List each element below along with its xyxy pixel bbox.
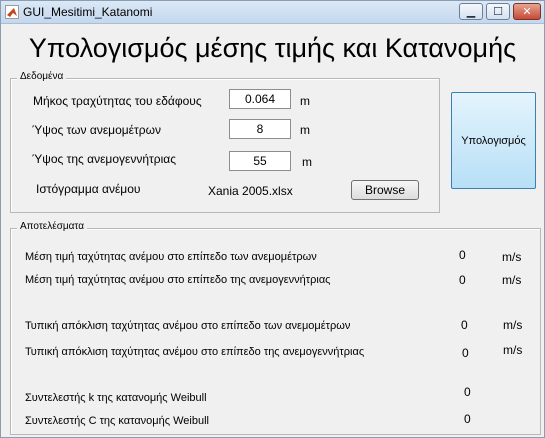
matlab-icon [5, 5, 19, 19]
mean-speed-anemometer-unit: m/s [502, 250, 522, 264]
compute-button[interactable]: Υπολογισμός [451, 92, 536, 189]
page-title: Υπολογισμός μέσης τιμής και Κατανομής [28, 33, 517, 63]
inputs-panel-label: Δεδομένα [17, 71, 67, 82]
close-icon: ✕ [522, 6, 532, 18]
histogram-label: Ιστόγραμμα ανέμου [36, 182, 141, 196]
title-bar[interactable]: GUI_Mesitimi_Katanomi ▁ ☐ ✕ [1, 1, 544, 24]
turbine-height-input[interactable]: 55 [229, 151, 291, 171]
roughness-label: Μήκος τραχύτητας του εδάφους [33, 94, 202, 108]
std-speed-anemometer-label: Τυπική απόκλιση ταχύτητας ανέμου στο επί… [25, 320, 351, 332]
weibull-c-label: Συντελεστής C της κατανομής Weibull [25, 415, 209, 427]
minimize-icon: ▁ [466, 6, 476, 18]
weibull-k-value: 0 [464, 385, 471, 399]
mean-speed-turbine-value: 0 [459, 273, 466, 287]
turbine-height-label: Ύψος της ανεμογεννήτριας [32, 152, 176, 166]
close-button[interactable]: ✕ [513, 3, 541, 20]
roughness-unit: m [300, 94, 310, 108]
mean-speed-anemometer-value: 0 [459, 248, 466, 262]
anemometer-height-label: Ύψος των ανεμομέτρων [32, 123, 161, 137]
mean-speed-turbine-label: Μέση τιμή ταχύτητας ανέμου στο επίπεδο τ… [25, 274, 331, 286]
results-panel-label: Αποτελέσματα [17, 221, 88, 232]
window-title: GUI_Mesitimi_Katanomi [23, 5, 153, 19]
browse-button[interactable]: Browse [351, 180, 419, 200]
std-speed-turbine-label: Τυπική απόκλιση ταχύτητας ανέμου στο επί… [25, 346, 365, 358]
anemometer-height-unit: m [300, 123, 310, 137]
turbine-height-unit: m [302, 155, 312, 169]
anemometer-height-input[interactable]: 8 [229, 119, 291, 139]
maximize-icon: ☐ [493, 6, 503, 18]
mean-speed-turbine-unit: m/s [502, 273, 522, 287]
weibull-k-label: Συντελεστής k της κατανομής Weibull [25, 392, 207, 404]
minimize-button[interactable]: ▁ [459, 3, 483, 20]
std-speed-turbine-value: 0 [462, 346, 469, 360]
std-speed-turbine-unit: m/s [503, 343, 523, 357]
maximize-button[interactable]: ☐ [486, 3, 510, 20]
weibull-c-value: 0 [464, 412, 471, 426]
histogram-file-name: Xania 2005.xlsx [208, 184, 293, 198]
roughness-input[interactable]: 0.064 [229, 89, 291, 109]
std-speed-anemometer-unit: m/s [503, 318, 523, 332]
std-speed-anemometer-value: 0 [461, 318, 468, 332]
mean-speed-anemometer-label: Μέση τιμή ταχύτητας ανέμου στο επίπεδο τ… [25, 251, 317, 263]
